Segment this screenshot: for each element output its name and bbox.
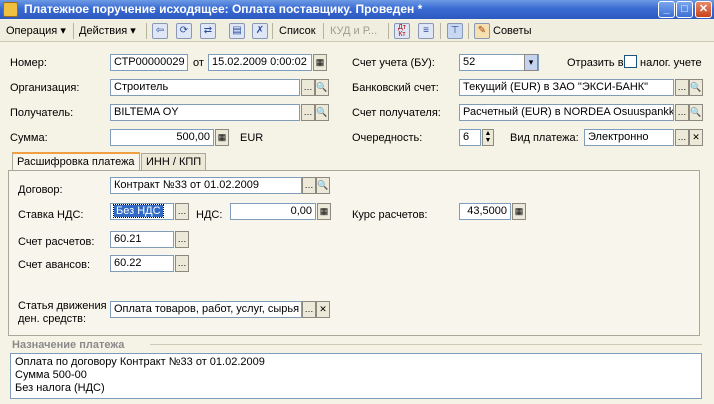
report-icon[interactable]: ≡ [418,23,434,39]
maximize-button[interactable]: □ [676,1,693,18]
reflect-label: Отразить в: [567,57,627,69]
settle-account-select-button[interactable]: … [175,231,189,248]
purpose-separator [150,344,702,345]
toolbar-separator [146,23,147,39]
bank-account-field[interactable]: Текущий (EUR) в ЗАО "ЭКСИ-БАНК" [459,79,674,96]
advance-account-select-button[interactable]: … [175,255,189,272]
app-icon [3,2,18,17]
window-title: Платежное поручение исходящее: Оплата по… [24,2,423,16]
recipient-select-button[interactable]: … [301,104,315,121]
calculator-icon[interactable]: ▦ [512,203,526,220]
contract-label: Договор: [18,184,63,196]
title-bar: Платежное поручение исходящее: Оплата по… [0,0,714,19]
toolbar: Операция ▾ Действия ▾ ⇦ ⟳ ⇄ ▤ ✗ Список К… [0,20,714,42]
date-from-label: от [193,57,204,69]
chevron-down-icon[interactable]: ▾ [524,54,538,71]
tips-button[interactable]: Советы [493,22,531,40]
contract-open-icon[interactable]: 🔍 [316,177,330,194]
purpose-line: Без налога (НДС) [15,382,105,394]
calendar-icon[interactable]: ▦ [313,54,327,71]
settle-account-label: Счет расчетов: [18,236,95,248]
sum-label: Сумма: [10,132,48,144]
vat-rate-select-button[interactable]: … [175,203,189,220]
debit-credit-icon[interactable]: Дт Кт [394,23,410,39]
priority-field[interactable]: 6 [459,129,481,146]
calculator-icon[interactable]: ▦ [215,129,229,146]
bank-account-label: Банковский счет: [352,82,439,94]
recipient-account-select-button[interactable]: … [675,104,689,121]
number-field[interactable]: СТР00000029 [110,54,188,71]
recipient-account-label: Счет получателя: [352,107,441,119]
cashflow-select-button[interactable]: … [302,301,316,318]
advance-account-label: Счет авансов: [18,259,91,271]
structure-icon[interactable]: ⊤ [447,23,463,39]
tips-icon[interactable]: ✎ [474,23,490,39]
tax-accounting-label: налог. учете [640,57,702,69]
purpose-textarea[interactable]: Оплата по договору Контракт №33 от 01.02… [10,353,702,399]
settle-account-field[interactable]: 60.21 [110,231,174,248]
purpose-line: Оплата по договору Контракт №33 от 01.02… [15,356,265,368]
calculator-icon[interactable]: ▦ [317,203,331,220]
number-label: Номер: [10,57,47,69]
currency-label: EUR [240,132,264,144]
bank-account-select-button[interactable]: … [675,79,689,96]
organization-open-icon[interactable]: 🔍 [315,79,329,96]
save-icon[interactable]: ▤ [229,23,245,39]
payment-type-field[interactable]: Электронно [584,129,674,146]
payment-order-window: Платежное поручение исходящее: Оплата по… [0,0,714,404]
minimize-button[interactable]: _ [658,1,675,18]
recipient-account-field[interactable]: Расчетный (EUR) в NORDEA Osuuspankki [459,104,674,121]
account-bu-label: Счет учета (БУ): [352,57,435,69]
recipient-label: Получатель: [10,107,74,119]
cashflow-field[interactable]: Оплата товаров, работ, услуг, сырья [110,301,302,318]
vat-rate-field[interactable]: Без НДС [110,203,174,220]
clear-icon[interactable]: ✕ [316,301,330,318]
toolbar-separator [323,23,324,39]
toolbar-separator [468,23,469,39]
priority-label: Очередность: [352,132,423,144]
toolbar-separator [388,23,389,39]
toolbar-separator [440,23,441,39]
rate-label: Курс расчетов: [352,209,428,221]
bank-account-open-icon[interactable]: 🔍 [689,79,703,96]
back-arrow-icon[interactable]: ⇦ [152,23,168,39]
organization-label: Организация: [10,82,80,94]
toolbar-separator [73,23,74,39]
close-button[interactable]: ✕ [695,1,712,18]
vat-field[interactable]: 0,00 [230,203,316,220]
delete-icon[interactable]: ✗ [252,23,268,39]
actions-menu[interactable]: Действия ▾ [79,22,136,40]
recipient-account-open-icon[interactable]: 🔍 [689,104,703,121]
priority-spinner-icon[interactable]: ▲ ▼ [482,129,494,146]
purpose-title: Назначение платежа [12,339,125,351]
list-button[interactable]: Список [279,22,316,40]
tab-inn-kpp[interactable]: ИНН / КПП [141,153,207,171]
toolbar-separator [272,23,273,39]
rate-field[interactable]: 43,5000 [459,203,511,220]
recipient-open-icon[interactable]: 🔍 [315,104,329,121]
payment-type-select-button[interactable]: … [675,129,689,146]
clear-icon[interactable]: ✕ [689,129,703,146]
organization-field[interactable]: Строитель [110,79,300,96]
recipient-field[interactable]: BILTEMA OY [110,104,300,121]
vat-rate-value: Без НДС [113,204,164,218]
tax-accounting-checkbox[interactable] [624,55,637,68]
contract-field[interactable]: Контракт №33 от 01.02.2009 [110,177,302,194]
organization-select-button[interactable]: … [301,79,315,96]
post-document-icon[interactable]: ⇄ [200,23,216,39]
cashflow-label-line1: Статья движения [18,300,107,312]
date-field[interactable]: 15.02.2009 0:00:02 [208,54,312,71]
kud-button[interactable]: КУД и Р... [330,22,377,40]
operation-menu[interactable]: Операция ▾ [6,22,66,40]
sum-field[interactable]: 500,00 [110,129,214,146]
vat-label: НДС: [196,209,223,221]
payment-type-label: Вид платежа: [510,132,579,144]
contract-select-button[interactable]: … [302,177,316,194]
cashflow-label-line2: ден. средств: [18,313,87,325]
vat-rate-label: Ставка НДС: [18,209,84,221]
refresh-icon[interactable]: ⟳ [176,23,192,39]
advance-account-field[interactable]: 60.22 [110,255,174,272]
purpose-line: Сумма 500-00 [15,369,87,381]
tab-payment-details[interactable]: Расшифровка платежа [12,152,140,172]
